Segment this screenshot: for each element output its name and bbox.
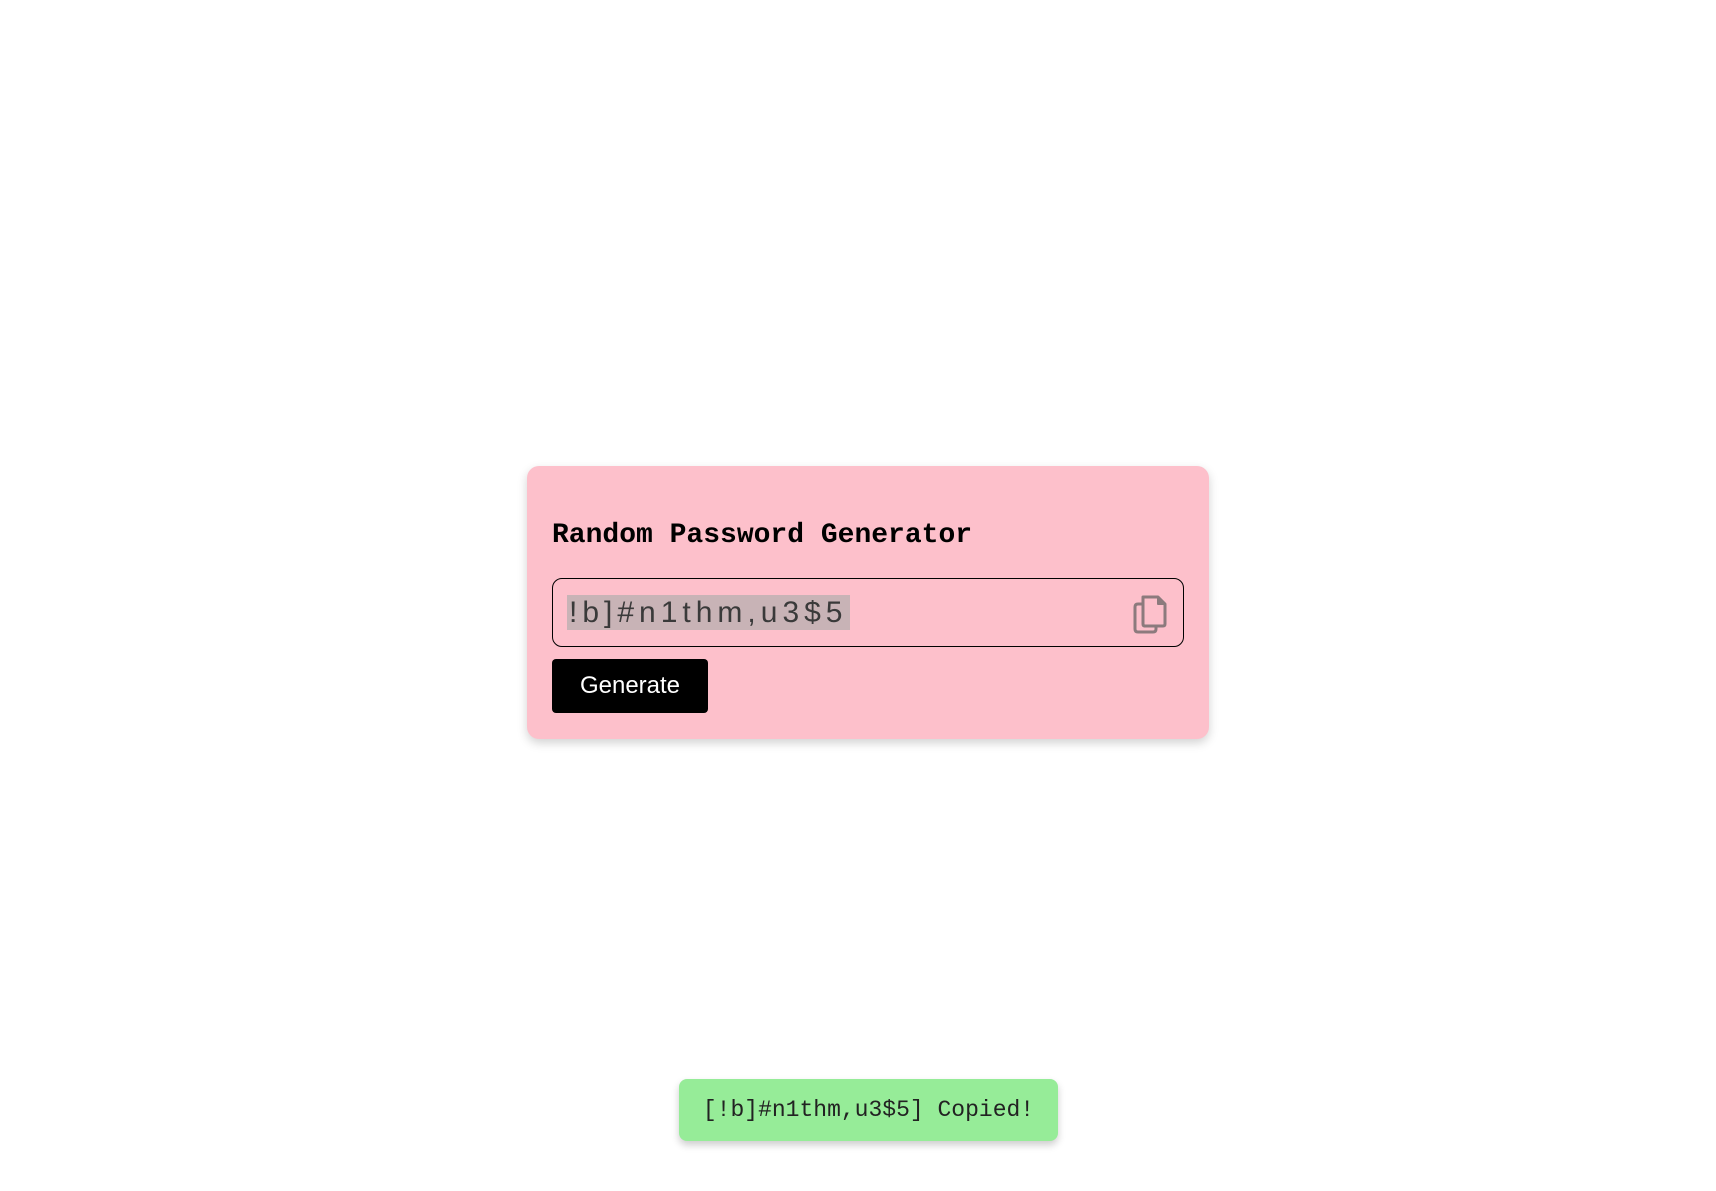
password-value[interactable]: !b]#n1thm,u3$5	[567, 595, 850, 630]
copied-toast: [!b]#n1thm,u3$5] Copied!	[679, 1079, 1058, 1141]
copy-icon[interactable]	[1127, 591, 1171, 635]
page-title: Random Password Generator	[552, 520, 973, 551]
password-display-field[interactable]: !b]#n1thm,u3$5	[552, 578, 1184, 647]
password-generator-card: Random Password Generator !b]#n1thm,u3$5…	[527, 466, 1209, 739]
generate-button[interactable]: Generate	[552, 659, 708, 713]
